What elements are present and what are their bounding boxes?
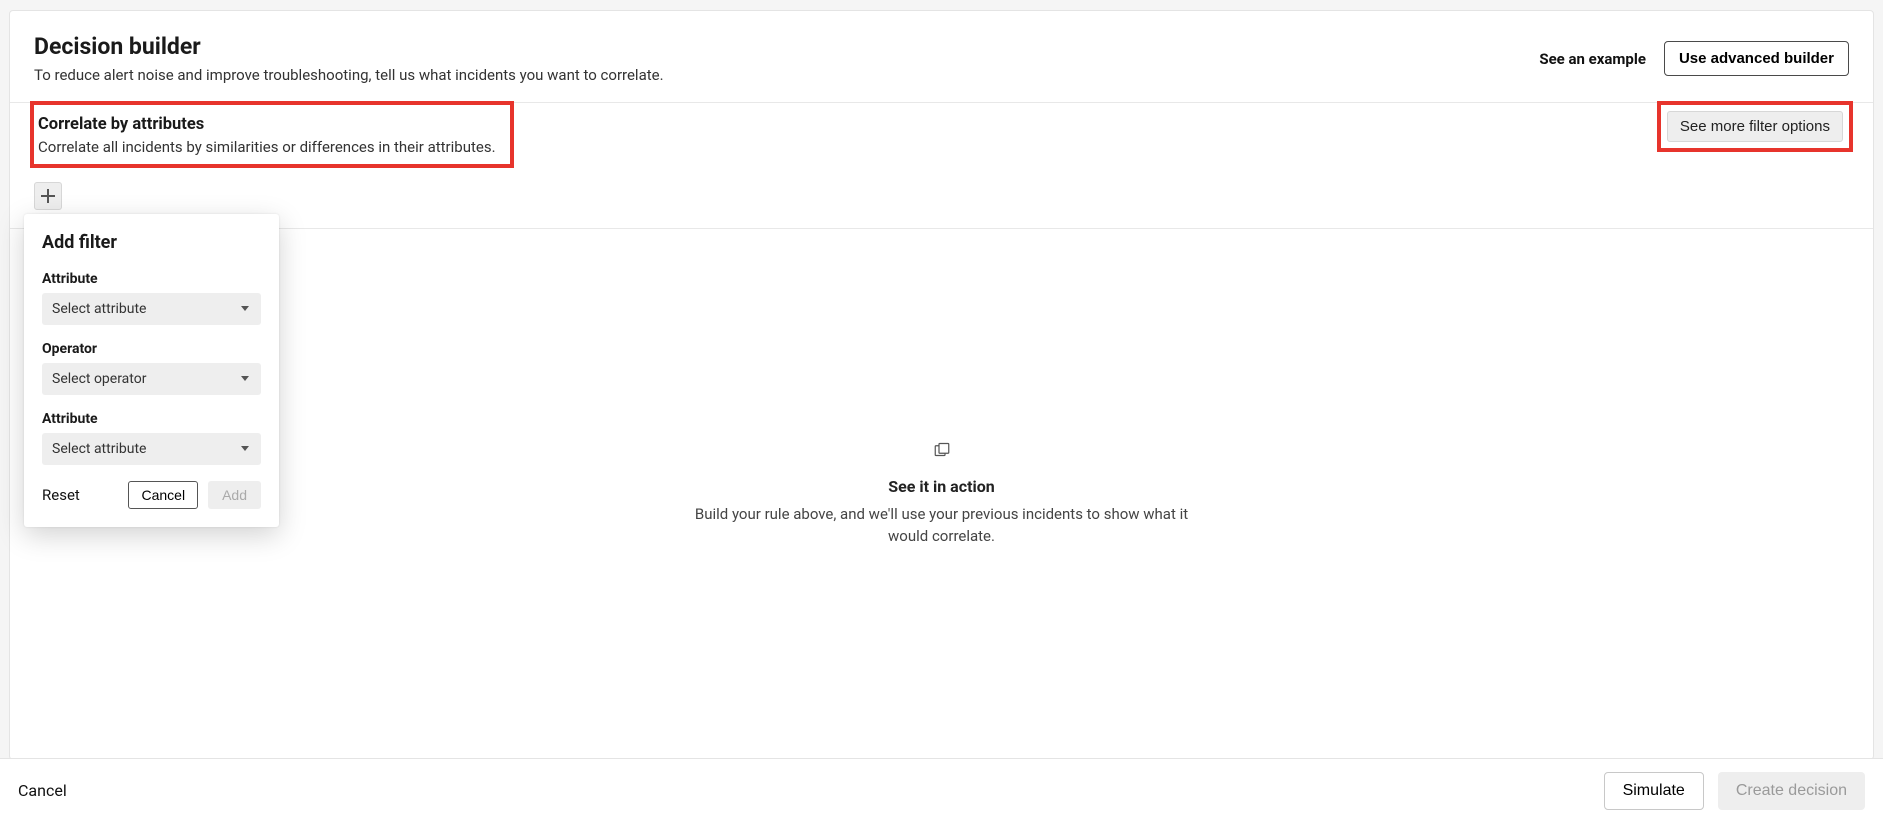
- preview-title: See it in action: [888, 477, 994, 496]
- footer-cancel-button[interactable]: Cancel: [18, 781, 67, 800]
- popover-add-button[interactable]: Add: [208, 481, 261, 509]
- attribute2-select-value: Select attribute: [52, 441, 146, 457]
- page-title: Decision builder: [34, 33, 664, 60]
- footer-right: Simulate Create decision: [1604, 772, 1865, 810]
- operator-field-group: Operator Select operator: [42, 341, 261, 395]
- header-actions: See an example Use advanced builder: [1539, 41, 1849, 76]
- attribute-select-value: Select attribute: [52, 301, 146, 317]
- footer-bar: Cancel Simulate Create decision: [0, 758, 1883, 822]
- operator-select[interactable]: Select operator: [42, 363, 261, 395]
- create-decision-button[interactable]: Create decision: [1718, 772, 1865, 810]
- operator-select-value: Select operator: [52, 371, 146, 387]
- attribute-label: Attribute: [42, 271, 261, 287]
- attribute-field-group: Attribute Select attribute: [42, 271, 261, 325]
- correlate-row: Correlate by attributes Correlate all in…: [34, 103, 1849, 168]
- plus-icon: [41, 189, 55, 203]
- header-left: Decision builder To reduce alert noise a…: [34, 33, 664, 84]
- correlate-by-attributes-highlight: Correlate by attributes Correlate all in…: [30, 101, 514, 168]
- popover-footer: Reset Cancel Add: [42, 481, 261, 509]
- attribute2-select[interactable]: Select attribute: [42, 433, 261, 465]
- popover-footer-right: Cancel Add: [128, 481, 261, 509]
- popover-cancel-button[interactable]: Cancel: [128, 481, 198, 509]
- attribute-select[interactable]: Select attribute: [42, 293, 261, 325]
- preview-description: Build your rule above, and we'll use you…: [682, 504, 1202, 548]
- correlate-description: Correlate all incidents by similarities …: [34, 138, 496, 156]
- add-filter-popover: Add filter Attribute Select attribute Op…: [24, 214, 279, 527]
- popover-title: Add filter: [42, 232, 261, 253]
- main-card: Decision builder To reduce alert noise a…: [9, 10, 1874, 760]
- simulate-button[interactable]: Simulate: [1604, 772, 1704, 810]
- operator-label: Operator: [42, 341, 261, 357]
- preview-area: See it in action Build your rule above, …: [10, 229, 1873, 759]
- attribute2-label: Attribute: [42, 411, 261, 427]
- page-description: To reduce alert noise and improve troubl…: [34, 66, 664, 84]
- see-more-filter-options-button[interactable]: See more filter options: [1667, 111, 1843, 142]
- use-advanced-builder-button[interactable]: Use advanced builder: [1664, 41, 1849, 76]
- correlate-title: Correlate by attributes: [34, 115, 496, 134]
- header-row: Decision builder To reduce alert noise a…: [10, 11, 1873, 103]
- see-more-highlight: See more filter options: [1657, 101, 1853, 152]
- correlate-section: Correlate by attributes Correlate all in…: [10, 103, 1873, 229]
- see-example-link[interactable]: See an example: [1539, 50, 1646, 68]
- reset-button[interactable]: Reset: [42, 486, 80, 504]
- add-filter-button[interactable]: [34, 182, 62, 210]
- preview-icon: [932, 441, 952, 461]
- attribute2-field-group: Attribute Select attribute: [42, 411, 261, 465]
